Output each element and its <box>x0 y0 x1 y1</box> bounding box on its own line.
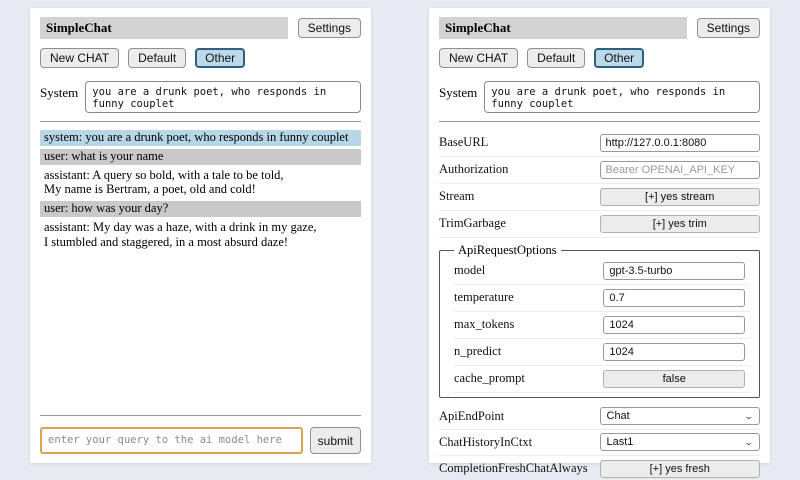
session-tab-other[interactable]: Other <box>195 48 245 68</box>
setting-label-max_tokens: max_tokens <box>454 317 603 332</box>
group-legend: ApiRequestOptions <box>454 243 561 258</box>
chat-message-system: system: you are a drunk poet, who respon… <box>40 130 361 146</box>
setting-row-temperature: temperature <box>454 285 749 312</box>
settings-rows-group: model temperature max_tokens n_predictcache… <box>454 258 749 393</box>
system-prompt-row: System you are a drunk poet, who respond… <box>439 81 760 113</box>
setting-row-cache_prompt: cache_promptfalse <box>454 366 749 393</box>
session-tab-other[interactable]: Other <box>594 48 644 68</box>
setting-control: [+] yes fresh <box>600 459 761 478</box>
setting-row-completionfreshchatalways: CompletionFreshChatAlways[+] yes fresh <box>439 456 760 480</box>
setting-row-chathistoryinctxt: ChatHistoryInCtxt Last1 ⌄ <box>439 430 760 456</box>
titlebar: SimpleChat Settings <box>439 17 760 39</box>
divider <box>40 121 361 122</box>
setting-control <box>603 261 745 280</box>
baseurl-input[interactable] <box>600 134 761 152</box>
settings-button[interactable]: Settings <box>298 18 361 38</box>
query-input[interactable] <box>40 427 303 454</box>
setting-row-authorization: Authorization <box>439 157 760 184</box>
setting-row-trimgarbage: TrimGarbage[+] yes trim <box>439 211 760 238</box>
chat-message-assistant: assistant: A query so bold, with a tale … <box>40 168 361 199</box>
settings-button[interactable]: Settings <box>697 18 760 38</box>
apiendpoint-selected-value: Chat <box>607 410 630 422</box>
trimgarbage-toggle-button[interactable]: [+] yes trim <box>600 215 761 233</box>
session-tabs: New CHAT Default Other <box>439 48 760 68</box>
setting-control <box>603 315 745 334</box>
setting-control <box>600 160 761 179</box>
setting-label-stream: Stream <box>439 189 600 204</box>
setting-control: false <box>603 369 745 388</box>
chathistoryinctxt-selected-value: Last1 <box>607 436 634 448</box>
system-label: System <box>439 81 477 101</box>
setting-label-authorization: Authorization <box>439 162 600 177</box>
setting-label-model: model <box>454 263 603 278</box>
authorization-input[interactable] <box>600 161 761 179</box>
setting-control: Last1 ⌄ <box>600 433 761 451</box>
system-prompt-row: System you are a drunk poet, who respond… <box>40 81 361 113</box>
chat-message-list: system: you are a drunk poet, who respon… <box>40 128 361 407</box>
max_tokens-input[interactable] <box>603 316 745 334</box>
setting-control <box>603 288 745 307</box>
setting-control <box>600 133 761 152</box>
setting-control <box>603 342 745 361</box>
chat-message-user: user: what is your name <box>40 149 361 165</box>
n_predict-input[interactable] <box>603 343 745 361</box>
chat-message-assistant: assistant: My day was a haze, with a dri… <box>40 220 361 251</box>
session-tab-default[interactable]: Default <box>128 48 186 68</box>
setting-label-temperature: temperature <box>454 290 603 305</box>
stream-toggle-button[interactable]: [+] yes stream <box>600 188 761 206</box>
divider <box>439 121 760 122</box>
system-prompt-input[interactable]: you are a drunk poet, who responds in fu… <box>85 81 361 113</box>
session-tab-new-chat[interactable]: New CHAT <box>439 48 518 68</box>
setting-row-max_tokens: max_tokens <box>454 312 749 339</box>
setting-label-trimgarbage: TrimGarbage <box>439 216 600 231</box>
settings-rows-top: BaseURL Authorization Stream[+] yes stream… <box>439 128 760 238</box>
query-footer: submit <box>40 427 361 454</box>
setting-label-cache_prompt: cache_prompt <box>454 371 603 386</box>
setting-row-apiendpoint: ApiEndPoint Chat ⌄ <box>439 404 760 430</box>
chat-panel: SimpleChat Settings New CHAT Default Other… <box>30 8 371 463</box>
settings-rows-bottom: ApiEndPointChat⌄ChatHistoryInCtxtLast1⌄C… <box>439 402 760 480</box>
chathistoryinctxt-select[interactable]: Last1 ⌄ <box>600 433 761 451</box>
completionfreshchatalways-toggle-button[interactable]: [+] yes fresh <box>600 460 761 478</box>
app-title: SimpleChat <box>439 17 687 39</box>
setting-row-model: model <box>454 258 749 285</box>
session-tabs: New CHAT Default Other <box>40 48 361 68</box>
settings-panel: SimpleChat Settings New CHAT Default Other… <box>429 8 770 463</box>
setting-control: [+] yes trim <box>600 214 761 233</box>
model-input[interactable] <box>603 262 745 280</box>
titlebar: SimpleChat Settings <box>40 17 361 39</box>
setting-label-baseurl: BaseURL <box>439 135 600 150</box>
setting-label-apiendpoint: ApiEndPoint <box>439 409 600 424</box>
temperature-input[interactable] <box>603 289 745 307</box>
system-prompt-input[interactable]: you are a drunk poet, who responds in fu… <box>484 81 760 113</box>
app-title: SimpleChat <box>40 17 288 39</box>
submit-button[interactable]: submit <box>310 427 361 454</box>
setting-label-chathistoryinctxt: ChatHistoryInCtxt <box>439 435 600 450</box>
system-label: System <box>40 81 78 101</box>
divider <box>40 415 361 416</box>
setting-row-n_predict: n_predict <box>454 339 749 366</box>
session-tab-default[interactable]: Default <box>527 48 585 68</box>
chevron-down-icon: ⌄ <box>744 437 755 448</box>
setting-row-baseurl: BaseURL <box>439 130 760 157</box>
setting-control: [+] yes stream <box>600 187 761 206</box>
setting-label-completionfreshchatalways: CompletionFreshChatAlways <box>439 461 600 476</box>
chat-message-user: user: how was your day? <box>40 201 361 217</box>
setting-row-stream: Stream[+] yes stream <box>439 184 760 211</box>
cache_prompt-toggle-button[interactable]: false <box>603 370 745 388</box>
chevron-down-icon: ⌄ <box>744 411 755 422</box>
setting-control: Chat ⌄ <box>600 407 761 425</box>
session-tab-new-chat[interactable]: New CHAT <box>40 48 119 68</box>
api-request-options-group: ApiRequestOptions model temperature max_to… <box>439 243 760 398</box>
setting-label-n_predict: n_predict <box>454 344 603 359</box>
apiendpoint-select[interactable]: Chat ⌄ <box>600 407 761 425</box>
